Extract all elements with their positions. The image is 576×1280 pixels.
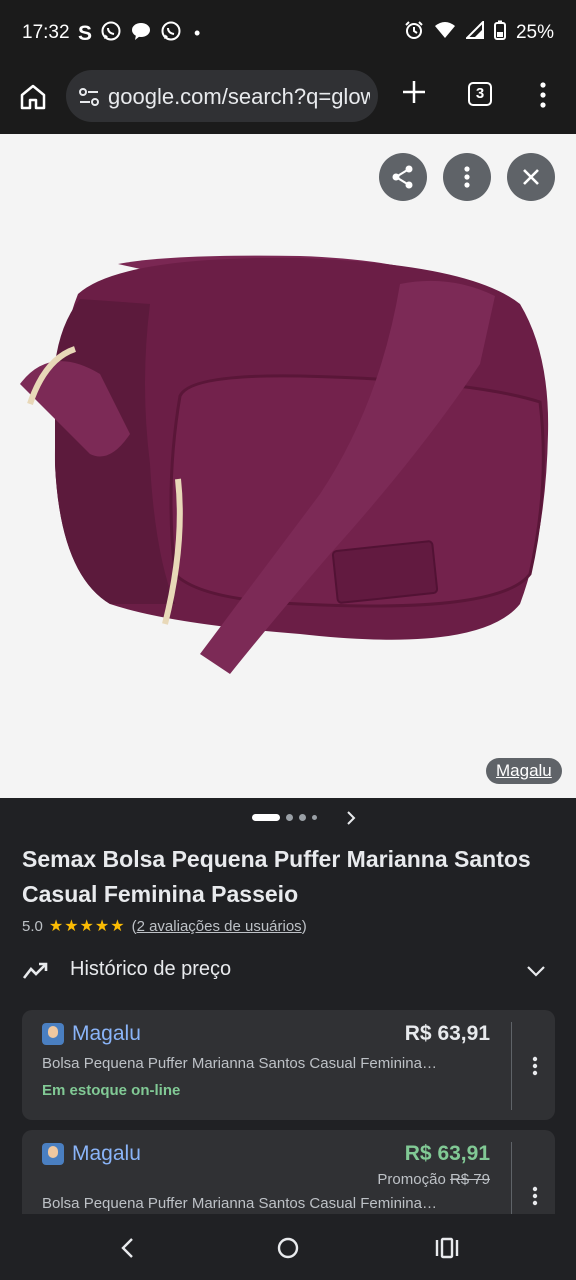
browser-menu-button[interactable] <box>536 80 550 110</box>
more-vert-icon <box>532 1056 538 1076</box>
image-carousel-indicator <box>252 814 317 821</box>
tab-switcher-button[interactable]: 3 <box>468 82 492 106</box>
offer-price: R$ 63,91 <box>404 1022 490 1045</box>
status-notification-icons: S • <box>78 20 200 47</box>
offer-description: Bolsa Pequena Puffer Marianna Santos Cas… <box>42 1195 437 1212</box>
close-button[interactable] <box>507 153 555 201</box>
status-bar: 17:32 S • 25% <box>0 0 576 64</box>
offer-divider <box>511 1022 512 1110</box>
promo-label: Promoção <box>377 1171 446 1188</box>
rating-row: 5.0 ★★★★★ (2 avaliações de usuários) <box>22 916 307 936</box>
product-image <box>20 255 549 674</box>
back-icon <box>121 1238 133 1258</box>
rating-value: 5.0 <box>22 917 43 935</box>
more-notifications-dot: • <box>194 23 201 43</box>
more-vert-icon <box>532 1186 538 1206</box>
chevron-down-icon <box>527 966 545 977</box>
promo-line: Promoção R$ 79 <box>377 1171 490 1188</box>
status-system-icons: 25% <box>404 19 554 46</box>
offer-more-button[interactable] <box>532 1186 538 1206</box>
whatsapp-icon <box>160 20 182 47</box>
home-button[interactable] <box>18 82 48 112</box>
home-icon <box>20 84 46 110</box>
url-text[interactable]: google.com/search?q=glow <box>108 84 370 110</box>
carousel-dot[interactable] <box>312 815 317 820</box>
store-name[interactable]: Magalu <box>72 1022 141 1046</box>
recents-icon <box>435 1237 459 1259</box>
store-name[interactable]: Magalu <box>72 1142 141 1166</box>
carousel-dot[interactable] <box>252 814 280 821</box>
offer-divider <box>511 1142 512 1220</box>
stock-status: Em estoque on-line <box>42 1082 181 1099</box>
product-image-viewer <box>0 134 576 798</box>
site-settings-icon[interactable] <box>78 86 100 108</box>
reviews-link[interactable]: 2 avaliações de usuários <box>137 918 302 935</box>
battery-percent: 25% <box>515 22 554 43</box>
status-time: 17:32 <box>22 22 70 43</box>
store-logo-icon <box>42 1023 64 1045</box>
close-icon <box>523 169 539 185</box>
new-tab-button[interactable] <box>400 78 428 106</box>
recents-button[interactable] <box>434 1236 460 1265</box>
battery-icon <box>493 20 506 46</box>
home-nav-button[interactable] <box>276 1236 300 1265</box>
price-history-label: Histórico de preço <box>70 958 232 980</box>
carousel-next-button[interactable] <box>344 810 358 826</box>
chevron-right-icon <box>347 811 356 825</box>
carousel-dot[interactable] <box>286 814 293 821</box>
more-vert-icon <box>464 166 470 188</box>
whatsapp-icon <box>100 20 122 47</box>
back-button[interactable] <box>116 1236 140 1265</box>
rating-stars: ★★★★★ <box>48 918 126 935</box>
offer-store: Magalu <box>42 1022 141 1046</box>
trending-icon <box>22 962 48 979</box>
wifi-icon <box>434 20 456 46</box>
system-navigation-bar <box>0 1214 576 1280</box>
offer-card[interactable]: Magalu R$ 63,91 Promoção R$ 79 Bolsa Peq… <box>22 1130 555 1220</box>
promo-old-price: R$ 79 <box>449 1171 490 1188</box>
image-source-link[interactable]: Magalu <box>486 758 562 784</box>
more-options-button[interactable] <box>443 153 491 201</box>
address-bar[interactable]: google.com/search?q=glow <box>66 70 378 122</box>
store-logo-icon <box>42 1143 64 1165</box>
carousel-dot[interactable] <box>299 814 306 821</box>
price-history-toggle[interactable]: Histórico de preço <box>0 946 576 996</box>
product-title: Semax Bolsa Pequena Puffer Marianna Sant… <box>22 846 531 907</box>
more-vert-icon <box>540 82 546 108</box>
reviews-group: (2 avaliações de usuários) <box>132 918 307 935</box>
share-icon <box>392 165 413 189</box>
home-circle-icon <box>277 1237 299 1259</box>
offer-store: Magalu <box>42 1142 141 1166</box>
browser-toolbar: google.com/search?q=glow 3 <box>0 64 576 134</box>
offer-description: Bolsa Pequena Puffer Marianna Santos Cas… <box>42 1055 437 1072</box>
plus-icon <box>403 81 425 103</box>
reviews-close-paren: ) <box>301 917 307 935</box>
share-button[interactable] <box>379 153 427 201</box>
signal-icon <box>464 19 484 45</box>
chat-icon <box>130 20 152 47</box>
notification-s-icon: S <box>78 21 93 45</box>
offer-price: R$ 63,91 <box>404 1142 490 1165</box>
alarm-icon <box>404 20 424 46</box>
offer-more-button[interactable] <box>532 1056 538 1076</box>
offer-card[interactable]: Magalu R$ 63,91 Bolsa Pequena Puffer Mar… <box>22 1010 555 1120</box>
